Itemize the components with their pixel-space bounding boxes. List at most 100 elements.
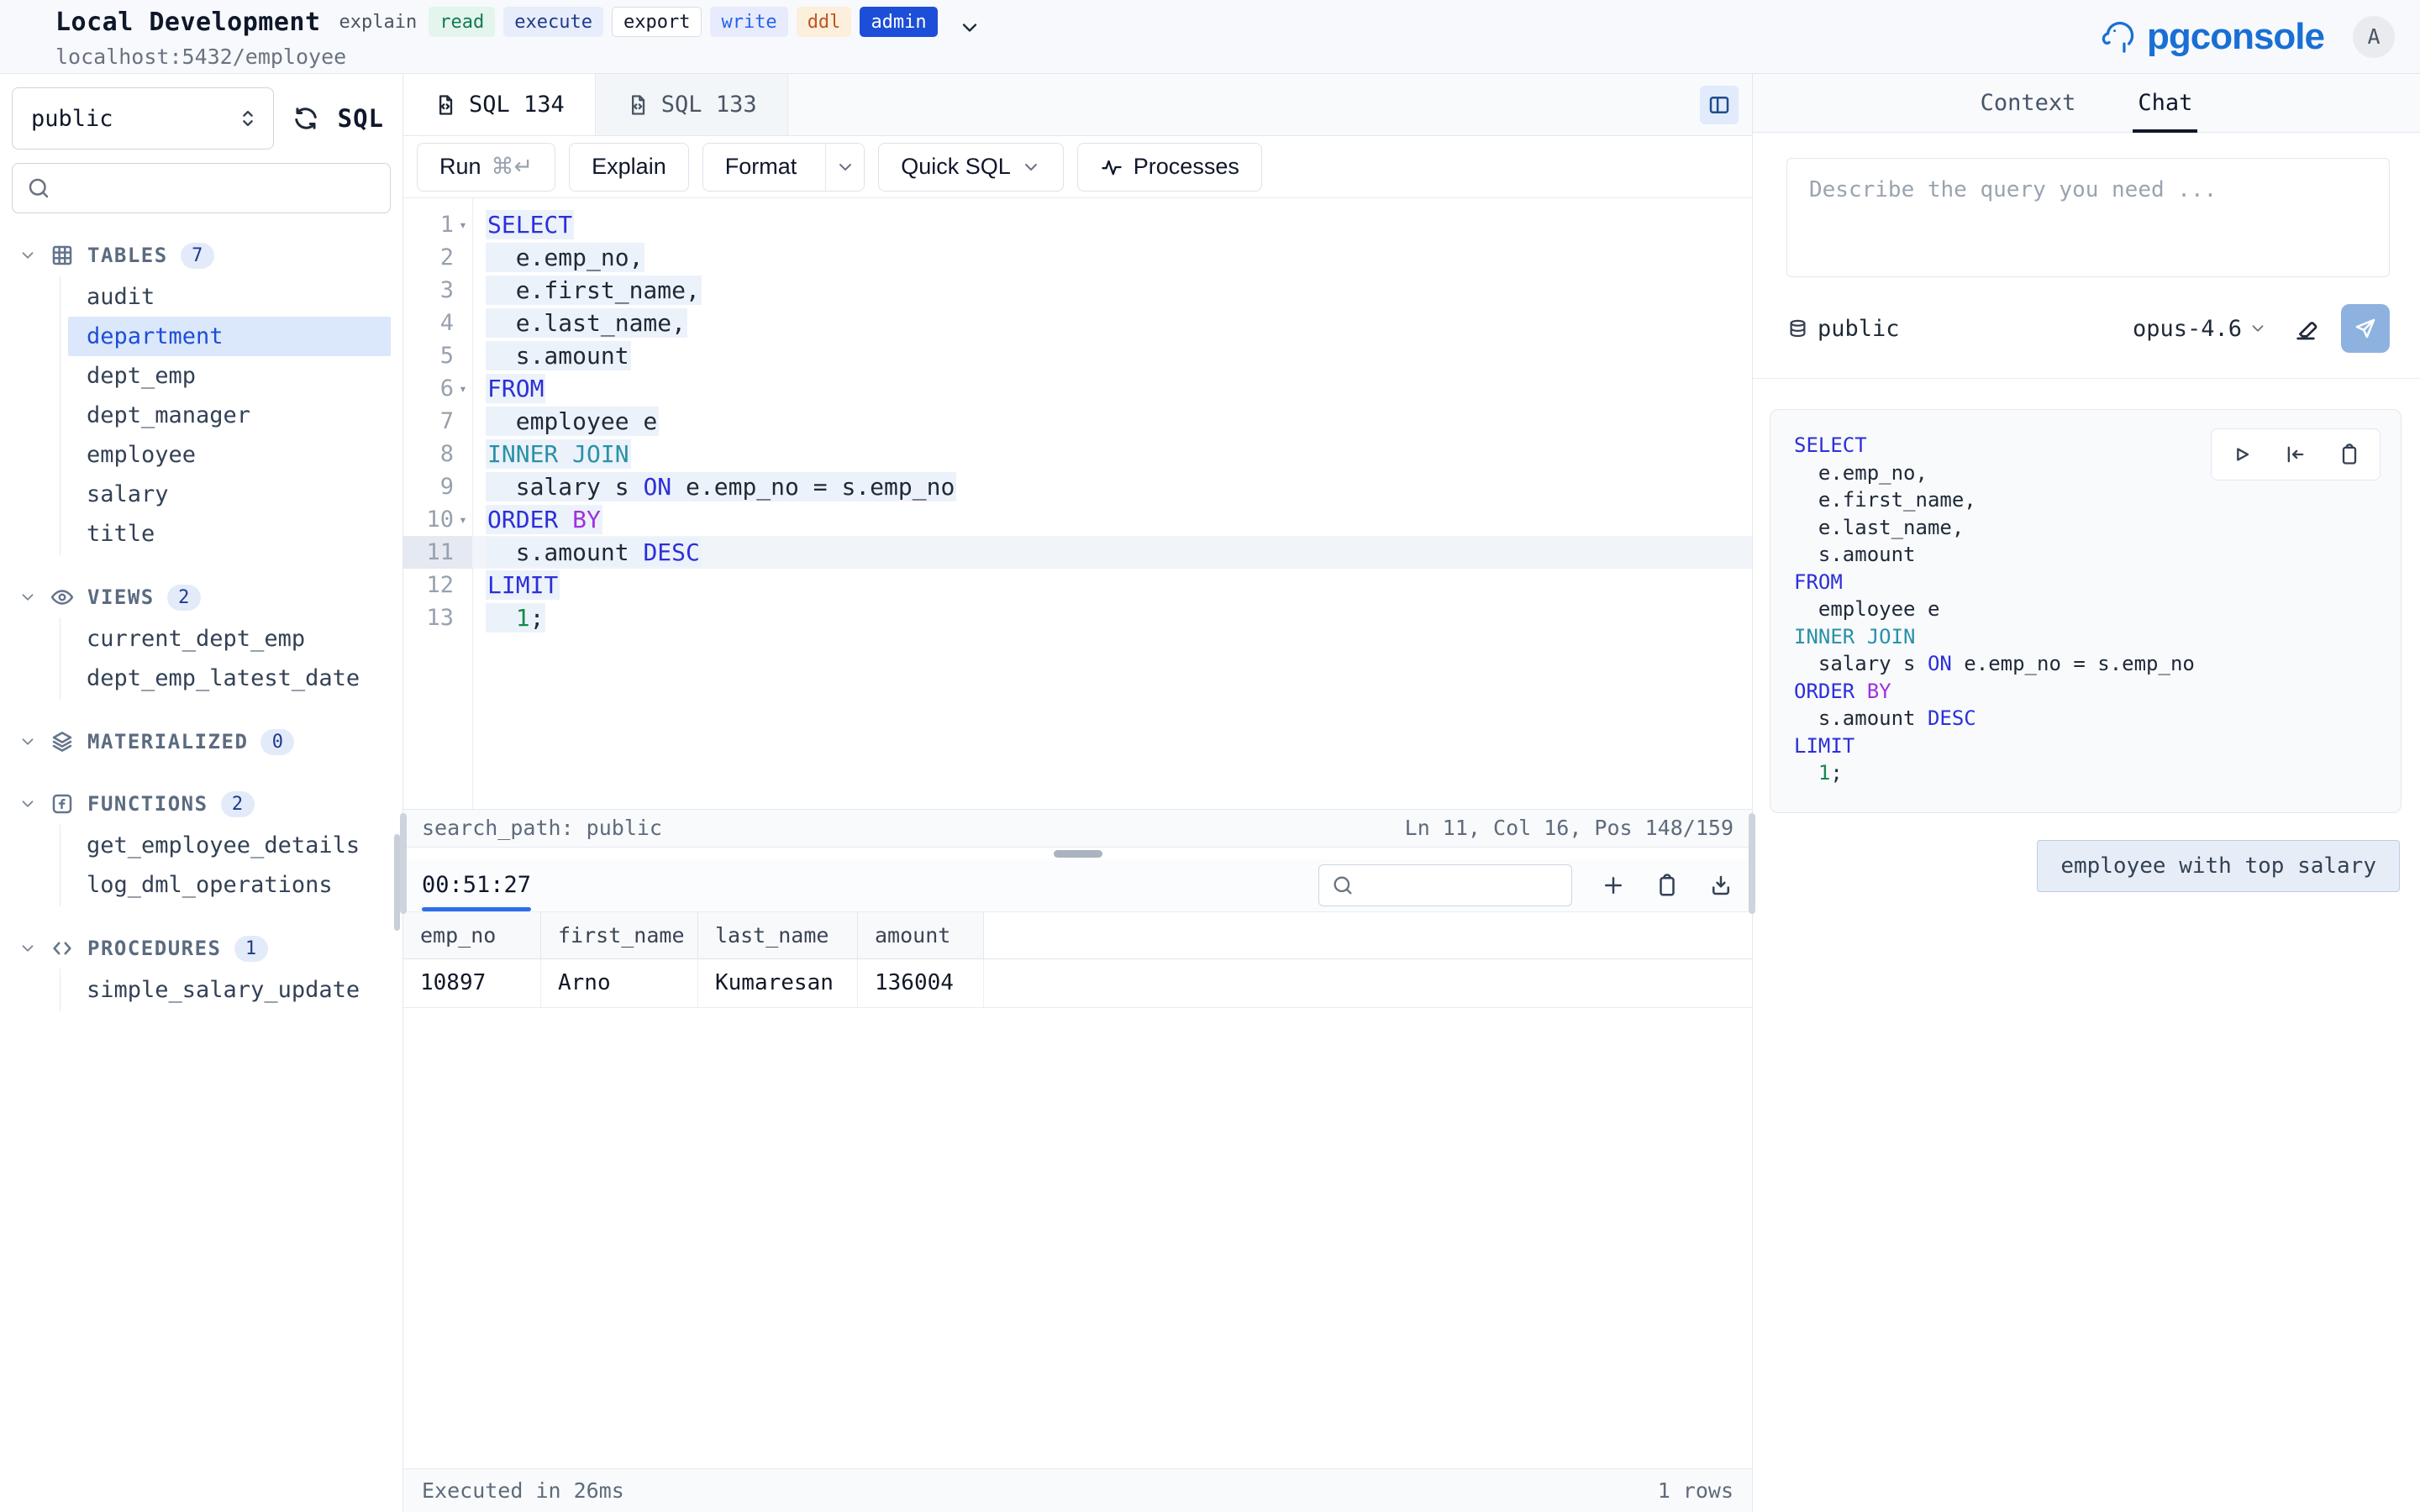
run-button[interactable]: Run ⌘↵ (417, 143, 555, 192)
model-selector[interactable]: opus-4.6 (2133, 316, 2267, 342)
table-row[interactable]: 10897ArnoKumaresan136004 (403, 959, 1752, 1008)
chevron-down-icon (18, 795, 37, 813)
cursor-position-status: Ln 11, Col 16, Pos 148/159 (1405, 816, 1733, 840)
code-line-2[interactable]: 2 e.emp_no, (403, 241, 1752, 274)
avatar[interactable]: A (2353, 16, 2395, 58)
splitter-drag-handle[interactable] (1054, 850, 1102, 858)
tree-item-get_employee_details[interactable]: get_employee_details (68, 826, 391, 865)
column-header-amount[interactable]: amount (858, 912, 984, 958)
code-line-5[interactable]: 5 s.amount (403, 339, 1752, 372)
code-token: e.emp_no, (1794, 461, 1928, 485)
column-header-emp_no[interactable]: emp_no (403, 912, 541, 958)
send-button[interactable] (2341, 304, 2390, 353)
processes-button[interactable]: Processes (1077, 143, 1262, 192)
editor-tab-sql-134[interactable]: SQL 134 (403, 74, 596, 135)
code-line-7[interactable]: 7 employee e (403, 405, 1752, 438)
sidebar-search[interactable] (12, 163, 391, 213)
assistant-tab-context[interactable]: Context (1981, 74, 2076, 132)
format-dropdown-button[interactable] (825, 144, 864, 191)
results-search[interactable] (1318, 864, 1572, 906)
assistant-code-line: employee e (1794, 596, 2379, 623)
tree-section-header-tables[interactable]: TABLES7 (12, 235, 391, 276)
line-content: salary s ON e.emp_no = s.emp_no (472, 473, 956, 501)
code-line-8[interactable]: 8INNER JOIN (403, 438, 1752, 470)
results-search-input[interactable] (1363, 874, 1620, 897)
sql-code-editor[interactable]: 1▾SELECT2 e.emp_no,3 e.first_name,4 e.la… (403, 198, 1752, 809)
tree-section-count: 2 (167, 585, 201, 611)
line-number: 11 (426, 539, 454, 565)
insert-into-editor-icon[interactable] (2284, 443, 2307, 466)
sql-mode-label[interactable]: SQL (338, 104, 384, 133)
split-panel-button[interactable] (1700, 86, 1739, 124)
copy-sql-icon[interactable] (2338, 443, 2361, 466)
code-line-4[interactable]: 4 e.last_name, (403, 307, 1752, 339)
tree-item-current_dept_emp[interactable]: current_dept_emp (68, 619, 391, 659)
tree-item-audit[interactable]: audit (68, 277, 391, 317)
add-result-tab-button[interactable] (1601, 873, 1626, 898)
column-header-last_name[interactable]: last_name (698, 912, 858, 958)
code-line-12[interactable]: 12LIMIT (403, 569, 1752, 601)
code-token: LIMIT (487, 571, 558, 599)
tree-section-procedures: PROCEDURES1simple_salary_update (12, 928, 391, 1011)
tree-item-log_dml_operations[interactable]: log_dml_operations (68, 865, 391, 905)
clear-chat-button[interactable] (2292, 315, 2319, 342)
tree-item-dept_emp_latest_date[interactable]: dept_emp_latest_date (68, 659, 391, 698)
tree-item-salary[interactable]: salary (68, 475, 391, 514)
line-content: 1; (472, 604, 545, 632)
refresh-schema-button[interactable] (291, 103, 321, 134)
download-results-button[interactable] (1708, 873, 1733, 898)
assistant-resize-handle[interactable] (1749, 813, 1755, 914)
model-name: opus-4.6 (2133, 316, 2242, 342)
connection-string: localhost:5432/employee (55, 45, 981, 69)
code-line-13[interactable]: 13 1; (403, 601, 1752, 634)
line-gutter: 13 (403, 601, 472, 634)
editor-tab-sql-133[interactable]: SQL 133 (596, 74, 788, 135)
chevron-down-icon (18, 939, 37, 958)
query-description-input[interactable] (1786, 158, 2390, 277)
tree-item-department[interactable]: department (68, 317, 391, 356)
code-line-11[interactable]: 11 s.amount DESC (403, 536, 1752, 569)
code-line-9[interactable]: 9 salary s ON e.emp_no = s.emp_no (403, 470, 1752, 503)
connection-menu-button[interactable] (958, 16, 981, 39)
result-timer-tab[interactable]: 00:51:27 (422, 859, 531, 911)
code-line-6[interactable]: 6▾FROM (403, 372, 1752, 405)
tree-section-label: MATERIALIZED (87, 730, 248, 753)
code-token: DESC (1928, 706, 1976, 730)
copy-results-button[interactable] (1655, 873, 1680, 898)
run-query-icon[interactable] (2230, 443, 2254, 466)
tree-item-dept_manager[interactable]: dept_manager (68, 396, 391, 435)
tree-section-header-materialized[interactable]: MATERIALIZED0 (12, 722, 391, 762)
tree-section-header-functions[interactable]: FUNCTIONS2 (12, 784, 391, 824)
fold-arrow-icon[interactable]: ▾ (454, 381, 472, 396)
quick-sql-button[interactable]: Quick SQL (878, 143, 1064, 192)
column-header-first_name[interactable]: first_name (541, 912, 698, 958)
assistant-sql-code: SELECT e.emp_no, e.first_name, e.last_na… (1794, 432, 2379, 787)
statement-highlight: FROM (486, 374, 545, 403)
code-token: ON (1928, 652, 1952, 675)
line-number: 10 (426, 507, 454, 533)
tree-item-dept_emp[interactable]: dept_emp (68, 356, 391, 396)
format-button[interactable]: Format (702, 143, 865, 192)
tree-section-header-procedures[interactable]: PROCEDURES1 (12, 928, 391, 969)
tree-item-employee[interactable]: employee (68, 435, 391, 475)
tree-section-header-views[interactable]: VIEWS2 (12, 577, 391, 617)
table-cell: 10897 (403, 959, 541, 1007)
schema-sidebar: public SQL TABLES7auditdepartmentdept_em… (0, 74, 403, 1512)
sidebar-scrollbar[interactable] (394, 834, 400, 931)
explain-button[interactable]: Explain (569, 143, 689, 192)
line-gutter: 5 (403, 339, 472, 372)
run-shortcut: ⌘↵ (492, 154, 534, 180)
assistant-tab-chat[interactable]: Chat (2138, 74, 2192, 132)
fold-arrow-icon[interactable]: ▾ (454, 512, 472, 528)
schema-select[interactable]: public (12, 87, 274, 150)
sidebar-resize-handle[interactable] (400, 813, 407, 914)
tree-item-simple_salary_update[interactable]: simple_salary_update (68, 970, 391, 1010)
tree-item-title[interactable]: title (68, 514, 391, 554)
fold-arrow-icon[interactable]: ▾ (454, 217, 472, 233)
line-content: LIMIT (472, 571, 560, 599)
code-line-1[interactable]: 1▾SELECT (403, 208, 1752, 241)
code-line-3[interactable]: 3 e.first_name, (403, 274, 1752, 307)
code-line-10[interactable]: 10▾ORDER BY (403, 503, 1752, 536)
sidebar-search-input[interactable] (61, 176, 376, 201)
format-label: Format (703, 144, 816, 191)
